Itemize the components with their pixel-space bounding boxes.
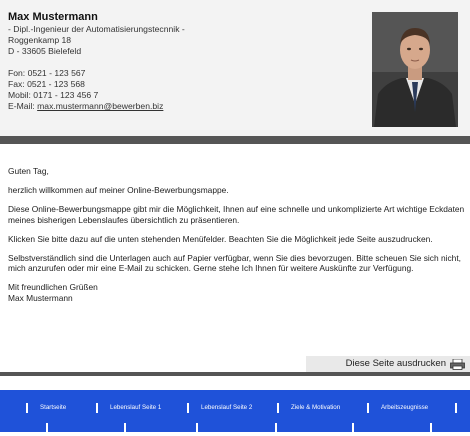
- print-page-button[interactable]: Diese Seite ausdrucken: [306, 356, 470, 372]
- email-line: E-Mail: max.mustermann@bewerben.biz: [8, 101, 185, 112]
- print-row: Diese Seite ausdrucken: [0, 356, 470, 372]
- profile-header: Max Mustermann - Dipl.-Ingenieur der Aut…: [0, 0, 470, 136]
- nav-separator: [96, 403, 98, 413]
- phone-number: Fon: 0521 - 123 567: [8, 68, 86, 78]
- nav-item-lebenslauf-1[interactable]: Lebenslauf Seite 1: [110, 400, 161, 416]
- greeting: Guten Tag,: [8, 166, 49, 176]
- welcome-letter: Guten Tag, herzlich willkommen auf meine…: [8, 166, 466, 303]
- paragraph-intro: Diese Online-Bewerbungsmappe gibt mir di…: [8, 204, 465, 225]
- nav-item-arbeitszeugnisse[interactable]: Arbeitszeugnisse: [381, 400, 428, 416]
- profile-photo: [372, 12, 458, 127]
- paragraph-instructions: Klicken Sie bitte dazu auf die unten ste…: [8, 233, 433, 244]
- profile-name: Max Mustermann: [8, 11, 98, 23]
- nav-separator: [277, 403, 279, 413]
- closing: Mit freundlichen Grüßen: [8, 282, 98, 293]
- portrait-image: [372, 12, 458, 127]
- address-street: Roggenkamp 18: [8, 35, 72, 45]
- nav-separator: [26, 403, 28, 413]
- welcome-line: herzlich willkommen auf meiner Online-Be…: [8, 185, 229, 196]
- address-city: D - 33605 Bielefeld: [8, 46, 82, 56]
- paragraph-availability: Selbstverständlich sind die Unterlagen a…: [8, 253, 461, 274]
- page: Max Mustermann - Dipl.-Ingenieur der Aut…: [0, 0, 470, 433]
- contact-info: Max Mustermann - Dipl.-Ingenieur der Aut…: [8, 12, 185, 112]
- signature: Max Mustermann: [8, 292, 73, 303]
- header-divider: [0, 136, 470, 144]
- nav-separator: [367, 403, 369, 413]
- printer-icon: [450, 358, 465, 370]
- email-label: E-Mail:: [8, 101, 38, 111]
- mobile-number: Mobil: 0171 - 123 456 7: [8, 90, 99, 100]
- nav-separator: [187, 403, 189, 413]
- nav-separator: [455, 403, 457, 413]
- nav-item-lebenslauf-2[interactable]: Lebenslauf Seite 2: [201, 400, 252, 416]
- nav-row-2: [0, 420, 470, 436]
- nav-row-1: Startseite Lebenslauf Seite 1 Lebenslauf…: [0, 400, 470, 416]
- content-divider: [0, 372, 470, 376]
- nav-item-startseite[interactable]: Startseite: [40, 400, 66, 416]
- email-link[interactable]: max.mustermann@bewerben.biz: [37, 101, 163, 111]
- print-label: Diese Seite ausdrucken: [345, 358, 446, 369]
- profile-title: - Dipl.-Ingenieur der Automatisierungste…: [8, 24, 185, 34]
- nav-item-ziele-motivation[interactable]: Ziele & Motivation: [291, 400, 340, 416]
- main-navigation: Startseite Lebenslauf Seite 1 Lebenslauf…: [0, 390, 470, 433]
- fax-number: Fax: 0521 - 123 568: [8, 79, 85, 89]
